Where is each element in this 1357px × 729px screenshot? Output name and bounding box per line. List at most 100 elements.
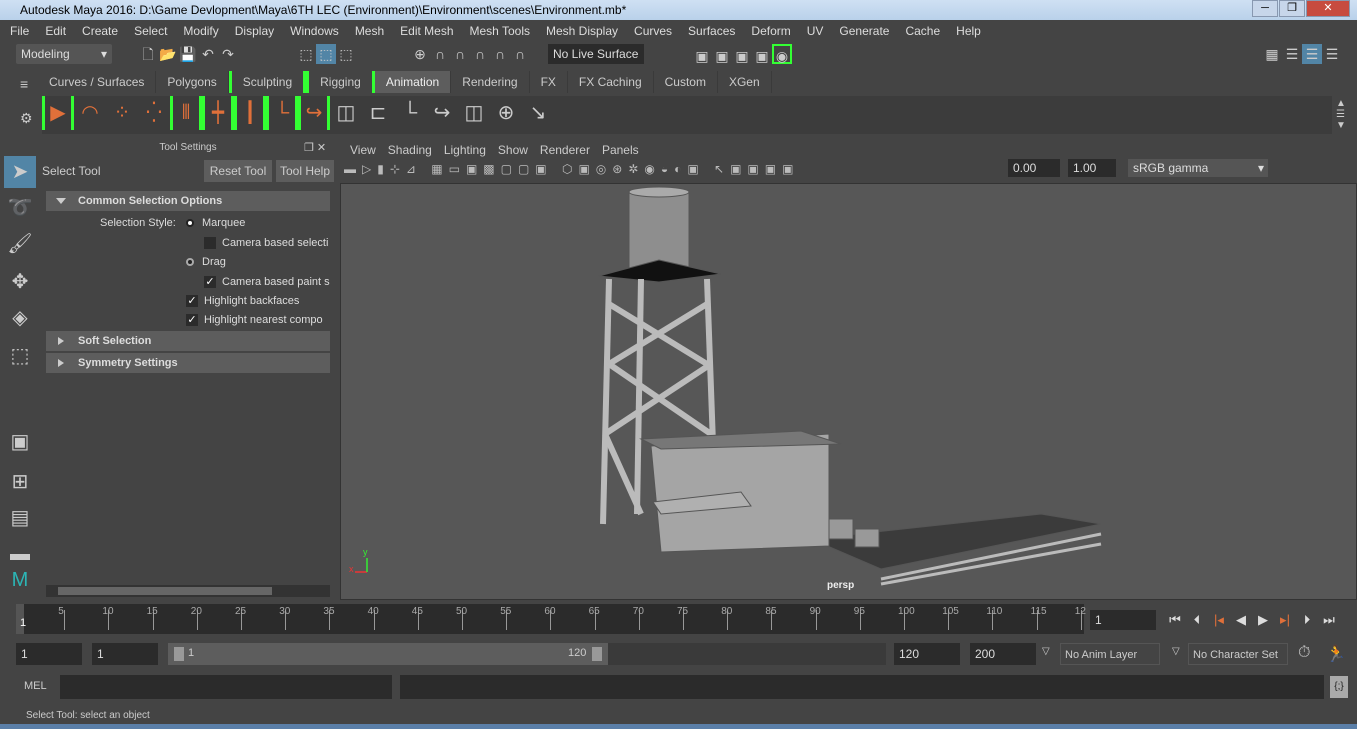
go-to-start-icon[interactable]: ⏮: [1164, 610, 1186, 630]
snap-surface-icon[interactable]: ∩: [490, 44, 510, 64]
exposure-field[interactable]: 0.00: [1008, 159, 1060, 177]
step-back-icon[interactable]: ⏴: [1186, 610, 1208, 630]
shelf-tab-curves-surfaces[interactable]: Curves / Surfaces: [38, 71, 157, 93]
set-driven-key-icon[interactable]: └: [266, 96, 298, 130]
float-panel-icon[interactable]: ❐ ✕: [304, 141, 326, 154]
menu-curves[interactable]: Curves: [626, 20, 680, 42]
maximize-button[interactable]: ❐: [1279, 0, 1305, 17]
range-start-handle[interactable]: [174, 647, 184, 661]
character-set-dropdown[interactable]: No Character Set: [1188, 643, 1288, 665]
channel-box-icon[interactable]: ☰: [1322, 44, 1342, 64]
scale-constraint-icon[interactable]: ◫: [458, 96, 490, 130]
attribute-editor-icon[interactable]: ☰: [1282, 44, 1302, 64]
panel-menu-renderer[interactable]: Renderer: [534, 142, 596, 158]
unghost-icon[interactable]: ⁛: [138, 96, 170, 130]
shelf-tab-custom[interactable]: Custom: [654, 71, 718, 93]
shelf-scroll-icon[interactable]: ▲ ☰ ▼: [1336, 98, 1346, 131]
marquee-radio[interactable]: Marquee: [186, 214, 245, 232]
breakdown-icon[interactable]: ┃: [234, 96, 266, 130]
shelf-settings-icon[interactable]: ⚙: [20, 110, 33, 127]
shelf-menu-icon[interactable]: ≡: [20, 76, 30, 92]
camera-select-checkbox[interactable]: Camera based selecti: [204, 234, 328, 252]
symmetry-section[interactable]: Symmetry Settings: [46, 353, 330, 373]
highlight-nearest-checkbox[interactable]: ✓ Highlight nearest compo: [186, 311, 330, 329]
step-forward-icon[interactable]: ⏵: [1296, 610, 1318, 630]
shelf-tab-rigging[interactable]: Rigging: [306, 71, 375, 93]
color-space-dropdown[interactable]: sRGB gamma ▾: [1128, 159, 1268, 177]
shelf-tab-sculpting[interactable]: Sculpting: [228, 71, 307, 93]
hypershade-icon[interactable]: ◉: [772, 44, 792, 64]
render-icon[interactable]: ▣: [712, 46, 732, 66]
menu-edit[interactable]: Edit: [37, 20, 74, 42]
playblast-icon[interactable]: ▶: [42, 96, 74, 130]
bake-icon[interactable]: ⦀: [170, 96, 202, 130]
ik-spline-icon[interactable]: ↪: [298, 96, 330, 130]
menu-windows[interactable]: Windows: [282, 20, 347, 42]
range-bar[interactable]: 1 120: [168, 643, 608, 665]
panel-menu-view[interactable]: View: [344, 142, 382, 158]
panel-toolbar-icons[interactable]: ▬▷▮⊹⊿ ▦▭▣▩▢▢▣ ⬡▣◎⊛✲◉◒◐▣ ↖▣▣▣▣: [344, 162, 799, 176]
menu-generate[interactable]: Generate: [831, 20, 897, 42]
parent-constraint-icon[interactable]: ⊏: [362, 96, 394, 130]
new-scene-icon[interactable]: 🗋: [138, 44, 158, 64]
command-input[interactable]: [60, 675, 392, 699]
select-tool-icon[interactable]: ➤: [4, 156, 36, 188]
four-view-icon[interactable]: ⊞: [4, 466, 36, 498]
snap-view-icon[interactable]: ∩: [470, 44, 490, 64]
play-forwards-icon[interactable]: ▶: [1252, 610, 1274, 630]
panel-menu-lighting[interactable]: Lighting: [438, 142, 492, 158]
menu-create[interactable]: Create: [74, 20, 126, 42]
render-settings-icon[interactable]: ▣: [752, 46, 772, 66]
menu-select[interactable]: Select: [126, 20, 175, 42]
time-slider[interactable]: 1 5 10 15 20 25 30 35 40 45 50 55 60 65 70 75 80 85 90 95 1…: [16, 604, 1086, 634]
shelf-tab-fx[interactable]: FX: [530, 71, 568, 93]
set-key-icon[interactable]: ┿: [202, 96, 234, 130]
shelf-tab-fx-caching[interactable]: FX Caching: [568, 71, 654, 93]
menu-surfaces[interactable]: Surfaces: [680, 20, 743, 42]
paint-select-icon[interactable]: 🖌: [4, 228, 36, 260]
make-live-icon[interactable]: ∩: [510, 44, 530, 64]
end-time-field[interactable]: 200: [970, 643, 1036, 665]
redo-icon[interactable]: ↷: [218, 44, 238, 64]
step-forward-key-icon[interactable]: ▸|: [1274, 610, 1296, 630]
menu-help[interactable]: Help: [948, 20, 989, 42]
minimize-button[interactable]: ─: [1252, 0, 1278, 17]
anim-layer-chevron-icon[interactable]: ▽: [1042, 646, 1050, 657]
menu-edit-mesh[interactable]: Edit Mesh: [392, 20, 461, 42]
constraint-icon[interactable]: ◫: [330, 96, 362, 130]
tool-help-button[interactable]: Tool Help: [276, 160, 334, 182]
highlight-backfaces-checkbox[interactable]: ✓ Highlight backfaces: [186, 292, 299, 310]
char-set-chevron-icon[interactable]: ▽: [1172, 646, 1180, 657]
panel-menu-panels[interactable]: Panels: [596, 142, 645, 158]
menu-deform[interactable]: Deform: [743, 20, 798, 42]
step-back-key-icon[interactable]: |◂: [1208, 610, 1230, 630]
orient-constraint-icon[interactable]: ↪: [426, 96, 458, 130]
panel-menu-shading[interactable]: Shading: [382, 142, 438, 158]
menu-uv[interactable]: UV: [799, 20, 832, 42]
auto-key-icon[interactable]: ⏱: [1298, 644, 1310, 662]
ipr-icon[interactable]: ▣: [732, 46, 752, 66]
open-scene-icon[interactable]: 📂: [158, 44, 178, 64]
modeling-toolkit-icon[interactable]: ▦: [1262, 44, 1282, 64]
live-surface-field[interactable]: No Live Surface: [548, 44, 644, 64]
scale-tool-icon[interactable]: ⬚: [4, 340, 36, 372]
play-backwards-icon[interactable]: ◀: [1230, 610, 1252, 630]
soft-selection-section[interactable]: Soft Selection: [46, 331, 330, 351]
camera-paint-checkbox[interactable]: ✓ Camera based paint s: [204, 273, 330, 291]
single-perspective-icon[interactable]: ▣: [4, 426, 36, 458]
menu-mesh[interactable]: Mesh: [347, 20, 392, 42]
select-component-icon[interactable]: ⬚: [336, 44, 356, 64]
menu-cache[interactable]: Cache: [897, 20, 948, 42]
menu-mesh-tools[interactable]: Mesh Tools: [462, 20, 538, 42]
panel-menu-show[interactable]: Show: [492, 142, 534, 158]
menu-file[interactable]: File: [2, 20, 37, 42]
render-view-icon[interactable]: ▣: [692, 46, 712, 66]
menu-display[interactable]: Display: [227, 20, 282, 42]
tool-settings-icon[interactable]: ☰: [1302, 44, 1322, 64]
tool-settings-scrollbar[interactable]: [46, 585, 330, 597]
drag-radio[interactable]: Drag: [186, 253, 226, 271]
shelf-tab-rendering[interactable]: Rendering: [451, 71, 530, 93]
point-constraint-icon[interactable]: └: [394, 96, 426, 130]
start-time-field[interactable]: 1: [16, 643, 82, 665]
range-slider[interactable]: 1 120: [168, 643, 886, 665]
